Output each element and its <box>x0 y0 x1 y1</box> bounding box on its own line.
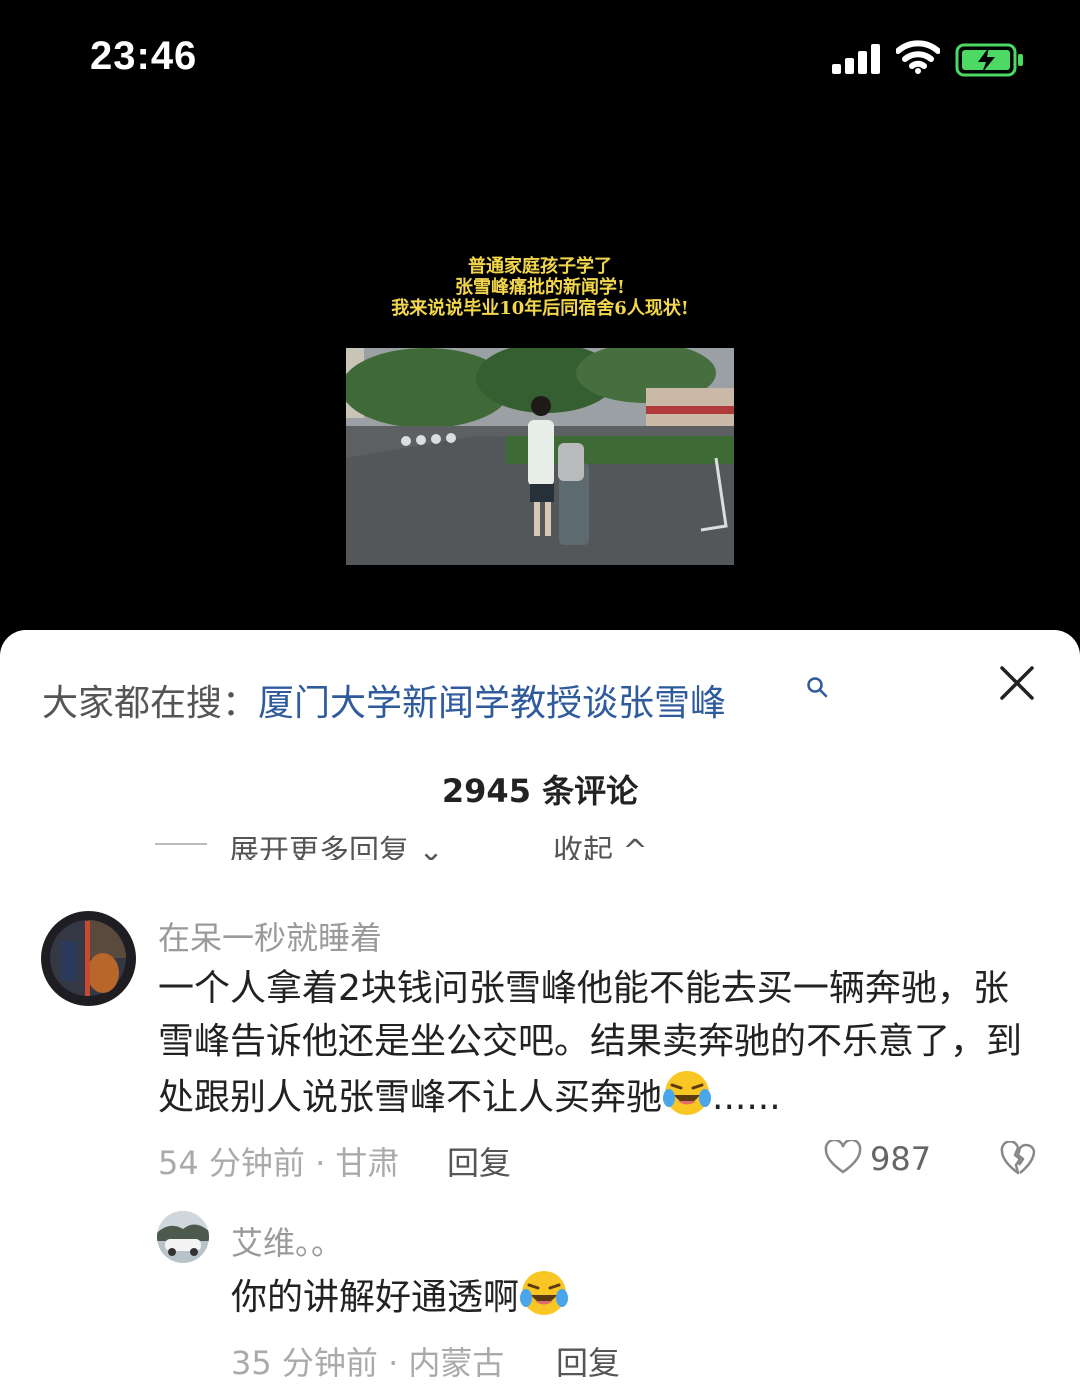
comment-meta: 54 分钟前 · 甘肃 <box>158 1144 400 1182</box>
laughing-crying-emoji-icon <box>520 1271 569 1315</box>
reply-button[interactable]: 回复 <box>556 1338 620 1384</box>
search-suggestion[interactable]: 大家都在搜：厦门大学新闻学教授谈张雪峰 <box>42 674 726 726</box>
close-icon[interactable] <box>998 664 1036 702</box>
collapse-button[interactable]: 收起 ^ <box>553 830 648 860</box>
status-bar: 23:46 <box>0 0 1080 120</box>
search-prefix: 大家都在搜： <box>42 683 259 724</box>
video-player[interactable]: 普通家庭孩子学了 张雪峰痛批的新闻学! 我来说说毕业10年后同宿舍6人现状! <box>0 120 1080 632</box>
cellular-signal-icon <box>832 44 880 74</box>
chevron-up-icon: ^ <box>622 834 648 860</box>
wifi-icon <box>896 40 940 74</box>
reply-meta: 35 分钟前 · 内蒙古 <box>231 1344 505 1382</box>
caption-line: 普通家庭孩子学了 <box>468 256 612 277</box>
laughing-crying-emoji-icon <box>663 1071 712 1115</box>
thread-controls: 展开更多回复 ⌄ 收起 ^ <box>155 830 855 860</box>
reply-button[interactable]: 回复 <box>447 1138 511 1184</box>
search-icon[interactable] <box>806 676 828 698</box>
status-time: 23:46 <box>90 34 198 78</box>
heart-icon[interactable] <box>824 1140 862 1174</box>
collapse-label: 收起 <box>553 834 613 860</box>
broken-heart-icon[interactable] <box>1000 1141 1036 1175</box>
comment-count-title: 2945 条评论 <box>441 772 639 810</box>
comment-body: 一个人拿着2块钱问张雪峰他能不能去买一辆奔驰，张雪峰告诉他还是坐公交吧。结果卖奔… <box>158 968 1023 1118</box>
video-frame <box>346 348 734 565</box>
reply-username[interactable]: 艾维。。 <box>231 1218 343 1264</box>
comment-username[interactable]: 在呆一秒就睡着 <box>158 913 382 959</box>
expand-replies-label: 展开更多回复 <box>229 834 409 860</box>
like-count: 987 <box>870 1140 932 1178</box>
comment-text: 一个人拿着2块钱问张雪峰他能不能去买一辆奔驰，张雪峰告诉他还是坐公交吧。结果卖奔… <box>158 962 1038 1124</box>
avatar[interactable] <box>157 1211 209 1263</box>
caption-line: 张雪峰痛批的新闻学! <box>455 277 625 298</box>
expand-replies-button[interactable]: 展开更多回复 ⌄ <box>229 830 444 860</box>
caption-line: 我来说说毕业10年后同宿舍6人现状! <box>391 298 689 319</box>
divider <box>155 843 207 845</box>
reply-body: 你的讲解好通透啊 <box>231 1277 520 1318</box>
video-caption: 普通家庭孩子学了 张雪峰痛批的新闻学! 我来说说毕业10年后同宿舍6人现状! <box>290 256 790 319</box>
avatar[interactable] <box>41 911 136 1006</box>
search-query-link[interactable]: 厦门大学新闻学教授谈张雪峰 <box>258 683 726 724</box>
reply-text: 你的讲解好通透啊 <box>231 1268 569 1324</box>
battery-charging-icon <box>955 43 1023 77</box>
chevron-down-icon: ⌄ <box>418 834 444 860</box>
comment-ellipsis: ...... <box>712 1077 781 1118</box>
